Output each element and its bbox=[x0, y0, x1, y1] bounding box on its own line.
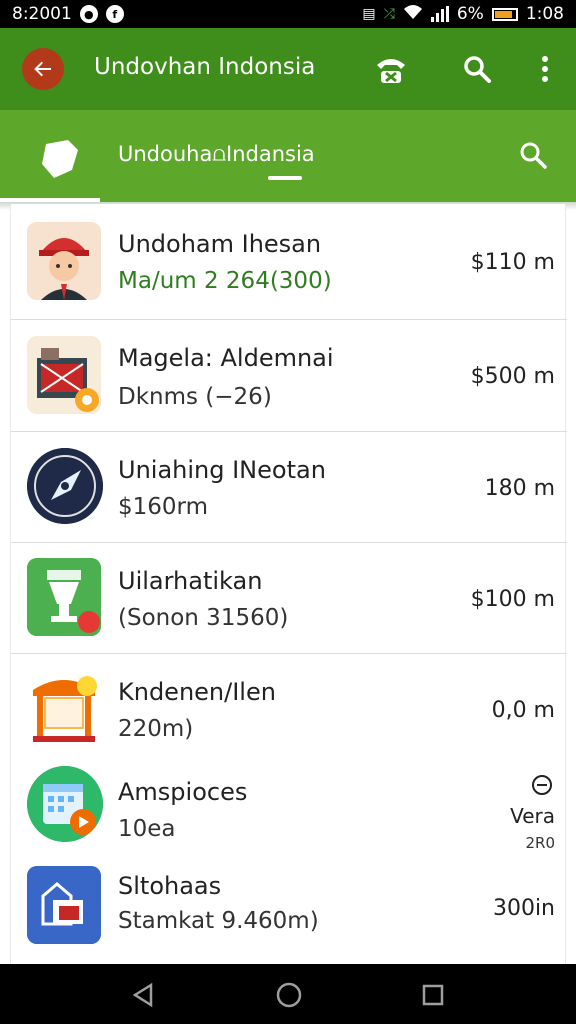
app-title: Amspioces bbox=[118, 778, 248, 806]
signal-icon bbox=[430, 6, 449, 22]
avatar-boy-icon bbox=[27, 222, 101, 300]
app-subtitle: 10ea bbox=[118, 816, 176, 842]
app-toolbar: Undovhan Indonsia bbox=[0, 28, 576, 110]
app-title: Undovhan Indonsia bbox=[94, 54, 316, 80]
more-options-button[interactable] bbox=[524, 48, 566, 90]
nav-recents-button[interactable] bbox=[418, 980, 448, 1010]
app-list: Undoham Ihesan Ma/um 2 264(300) $110 m M… bbox=[10, 204, 567, 964]
back-button[interactable] bbox=[22, 48, 64, 90]
app-price-label: Vera bbox=[510, 804, 555, 828]
app-price: $110 m bbox=[470, 250, 555, 275]
gallery-icon bbox=[27, 866, 101, 944]
nfc-icon: ▤ bbox=[362, 6, 376, 22]
search-icon bbox=[464, 56, 491, 83]
store-icon bbox=[27, 336, 101, 414]
search-button[interactable] bbox=[456, 48, 498, 90]
app-price: $100 m bbox=[470, 587, 555, 612]
app-title: Sltohaas bbox=[118, 872, 222, 900]
app-price-value: 2R0 bbox=[525, 834, 555, 852]
data-icon: ⤮ bbox=[383, 6, 395, 22]
app-subtitle: (Sonon 31560) bbox=[118, 605, 289, 631]
app-subtitle: Ma/um 2 264(300) bbox=[118, 268, 332, 294]
nav-home-button[interactable] bbox=[274, 980, 304, 1010]
status-time-left: 8:2001 bbox=[12, 4, 72, 24]
back-arrow-icon bbox=[34, 61, 51, 77]
list-item[interactable]: Magela: Aldemnai Dknms (−26) $500 m bbox=[11, 320, 567, 432]
tab-search-button[interactable] bbox=[518, 140, 548, 174]
app-price: 300in bbox=[492, 896, 555, 921]
back-triangle-icon bbox=[132, 982, 153, 1008]
timer-icon bbox=[531, 774, 553, 800]
compass-icon bbox=[27, 448, 103, 524]
facebook-icon: f bbox=[105, 5, 124, 23]
list-item[interactable]: Uniahing INeotan $160rm 180 m bbox=[11, 432, 567, 543]
recents-square-icon bbox=[422, 984, 444, 1006]
phone-button[interactable] bbox=[370, 48, 412, 90]
app-subtitle: 220m) bbox=[118, 716, 194, 742]
battery-icon bbox=[491, 7, 518, 21]
app-price: $500 m bbox=[470, 364, 555, 389]
trophy-icon bbox=[27, 558, 101, 636]
app-title: Kndenen/Ilen bbox=[118, 678, 276, 706]
battery-percent: 6% bbox=[456, 4, 484, 24]
list-item[interactable]: Amspioces 10ea Vera 2R0 bbox=[11, 762, 567, 862]
tab-bar: Undouha⩍Indansia bbox=[0, 110, 576, 202]
wifi-icon bbox=[403, 4, 423, 25]
search-icon bbox=[520, 142, 547, 169]
nav-back-button[interactable] bbox=[128, 980, 158, 1010]
list-item[interactable]: Uilarhatikan (Sonon 31560) $100 m bbox=[11, 543, 567, 654]
app-price: 0,0 m bbox=[491, 698, 555, 723]
app-subtitle: Stamkat 9.460m) bbox=[118, 908, 319, 934]
message-icon: ● bbox=[79, 5, 98, 23]
app-title: Magela: Aldemnai bbox=[118, 344, 334, 372]
app-subtitle: Dknms (−26) bbox=[118, 384, 272, 410]
app-subtitle: $160rm bbox=[118, 494, 208, 520]
status-bar: 8:2001 ● f ▤ ⤮ 6% 1:08 bbox=[0, 0, 576, 28]
list-item[interactable]: Undoham Ihesan Ma/um 2 264(300) $110 m bbox=[11, 204, 567, 320]
shield-icon bbox=[42, 140, 78, 178]
app-title: Undoham Ihesan bbox=[118, 230, 322, 258]
list-item[interactable]: Kndenen/Ilen 220m) 0,0 m bbox=[11, 654, 567, 762]
status-time-right: 1:08 bbox=[525, 4, 564, 24]
app-title: Uilarhatikan bbox=[118, 567, 263, 595]
home-circle-icon bbox=[276, 982, 302, 1008]
more-vert-icon bbox=[542, 56, 548, 82]
calendar-icon bbox=[27, 766, 103, 842]
phone-icon bbox=[377, 59, 405, 83]
app-price: 180 m bbox=[484, 476, 555, 501]
shop-stall-icon bbox=[27, 668, 101, 746]
tab-title[interactable]: Undouha⩍Indansia bbox=[118, 142, 315, 167]
system-nav-bar bbox=[0, 964, 576, 1024]
list-item[interactable]: Sltohaas Stamkat 9.460m) 300in bbox=[11, 862, 567, 964]
app-title: Uniahing INeotan bbox=[118, 456, 326, 484]
tab-home[interactable] bbox=[38, 138, 80, 184]
tab-indicator bbox=[268, 176, 302, 180]
